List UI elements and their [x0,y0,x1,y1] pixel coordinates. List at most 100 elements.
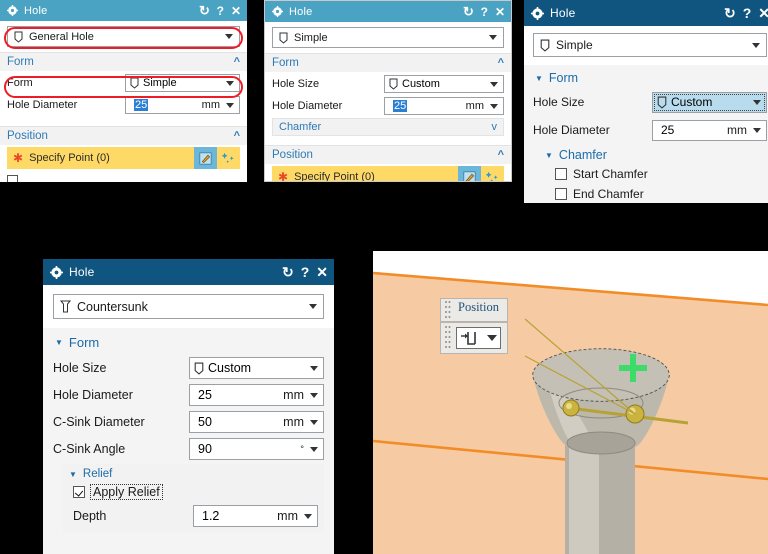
form-section-header[interactable]: ▼ Form [53,332,324,356]
chevron-up-icon[interactable]: ^ [234,130,240,142]
chevron-down-icon[interactable] [487,335,497,341]
help-icon[interactable]: ? [481,6,488,18]
reset-icon[interactable]: ↺ [463,4,474,19]
checkbox-icon[interactable] [555,168,567,180]
specify-point-main[interactable]: ✱ Specify Point (0) [7,147,194,169]
chevron-down-icon[interactable] [489,35,497,40]
close-icon[interactable]: ✕ [758,6,768,20]
close-icon[interactable]: ✕ [316,265,328,279]
reset-icon[interactable]: ↺ [724,5,736,21]
hole-type-combo[interactable]: Simple [272,27,504,48]
depth-value[interactable]: 1.2 [202,509,277,523]
hole-diameter-value[interactable]: 25 [134,99,202,111]
chevron-down-icon[interactable]: v [492,121,498,133]
chevron-down-icon[interactable] [226,102,234,108]
chevron-down-icon[interactable] [490,103,498,109]
form-section-header[interactable]: Form ^ [0,53,247,71]
hole-dialog-panel-3[interactable]: Hole ↺ ? ✕ Simple ▼ Form Hole Size Custo… [524,0,768,203]
panel2-form-section: Form ^ [265,53,511,72]
reset-icon[interactable]: ↺ [282,264,294,280]
chevron-down-icon[interactable] [310,365,318,371]
form-value-combo[interactable]: Simple [125,74,240,92]
3d-viewport[interactable]: Position [373,251,768,554]
reset-icon[interactable]: ↺ [199,3,210,18]
hole-diameter-value[interactable]: 25 [198,388,283,402]
specify-point-row[interactable]: ✱ Specify Point (0) [7,147,240,169]
chevron-down-icon[interactable] [752,42,760,48]
form-section-label: Form [272,57,299,69]
help-icon[interactable]: ? [301,265,310,279]
point-dialog-icon[interactable] [458,166,481,181]
hole-diameter-field[interactable]: 25 mm [384,97,504,115]
drag-grip-icon[interactable] [441,323,454,353]
close-icon[interactable]: ✕ [231,5,241,17]
chevron-down-icon[interactable] [310,419,318,425]
csink-diameter-field[interactable]: 50 mm [189,411,324,433]
chevron-down-icon[interactable] [490,81,498,87]
hole-type-combo[interactable]: General Hole [7,26,240,47]
hole-diameter-field[interactable]: 25 mm [189,384,324,406]
snap-to-face-button[interactable] [456,327,501,349]
hole-diameter-value[interactable]: 25 [661,123,727,137]
hole-type-combo[interactable]: Countersunk [53,294,324,319]
point-constructor-icon[interactable] [481,166,504,181]
chevron-down-icon[interactable] [226,80,234,86]
chevron-down-icon[interactable] [304,513,312,519]
hole-type-combo[interactable]: Simple [533,33,767,57]
hole-size-row: Hole Size Custom [272,74,504,94]
end-chamfer-checkbox-row[interactable]: End Chamfer [545,184,767,203]
chevron-down-icon[interactable] [309,304,317,309]
drag-grip-icon[interactable] [441,299,454,321]
chevron-down-icon[interactable] [753,99,761,105]
hole-size-combo[interactable]: Custom [189,357,324,379]
hole-size-value: Custom [208,361,252,375]
form-section-header[interactable]: ▼ Form [533,68,767,90]
csink-angle-field[interactable]: 90 ° [189,438,324,460]
chevron-down-icon[interactable] [753,127,761,133]
hole-diameter-field[interactable]: 25 mm [125,96,240,114]
checkbox-icon[interactable] [555,188,567,200]
close-icon[interactable]: ✕ [495,6,505,18]
checkbox-icon[interactable] [73,486,85,498]
form-section-header[interactable]: Form ^ [265,54,511,72]
hole-dialog-panel-2[interactable]: Hole ↺ ? ✕ Simple Form ^ Hole Size Custo… [264,0,512,182]
triangle-down-icon[interactable]: ▼ [69,470,77,479]
chamfer-subsection-header[interactable]: ▼ Chamfer [545,145,767,164]
position-popup[interactable]: Position [440,298,508,354]
start-chamfer-checkbox-row[interactable]: Start Chamfer [545,164,767,184]
relief-section-header[interactable]: ▼ Relief [69,466,318,482]
depth-field[interactable]: 1.2 mm [193,505,318,527]
position-section-label: Position [7,130,48,142]
chevron-down-icon[interactable] [225,34,233,39]
triangle-down-icon[interactable]: ▼ [545,151,553,160]
apply-relief-checkbox-row[interactable]: Apply Relief [69,482,318,502]
triangle-down-icon[interactable]: ▼ [535,74,543,83]
point-dialog-icon[interactable] [194,147,217,169]
3d-model-scene[interactable] [373,251,768,554]
hole-dialog-panel-1[interactable]: Hole ↺ ? ✕ General Hole Form ^ Form Simp… [0,0,247,182]
triangle-down-icon[interactable]: ▼ [55,338,63,347]
checkbox-icon[interactable] [7,175,18,182]
specify-point-main[interactable]: ✱ Specify Point (0) [272,166,458,181]
csink-diameter-value[interactable]: 50 [198,415,283,429]
hole-size-combo[interactable]: Custom [384,75,504,93]
chevron-up-icon[interactable]: ^ [234,56,240,68]
chevron-up-icon[interactable]: ^ [498,149,504,161]
hole-size-combo[interactable]: Custom [652,91,767,113]
hole-diameter-field[interactable]: 25 mm [652,119,767,141]
chevron-down-icon[interactable] [310,446,318,452]
position-section-header[interactable]: Position ^ [265,146,511,164]
help-icon[interactable]: ? [743,6,752,20]
cutoff-checkbox-row[interactable] [7,172,240,182]
point-constructor-icon[interactable] [217,147,240,169]
chevron-up-icon[interactable]: ^ [498,57,504,69]
chevron-down-icon[interactable] [310,392,318,398]
position-popup-button-cell[interactable] [440,322,508,354]
csink-angle-value[interactable]: 90 [198,442,300,456]
hole-diameter-value[interactable]: 25 [393,100,466,112]
specify-point-row[interactable]: ✱ Specify Point (0) [272,166,504,181]
position-section-header[interactable]: Position ^ [0,127,247,145]
hole-dialog-panel-4[interactable]: Hole ↺ ? ✕ Countersunk ▼ Form Hole Size … [43,259,334,554]
chamfer-subsection-header[interactable]: Chamfer v [272,118,504,136]
help-icon[interactable]: ? [217,5,224,17]
